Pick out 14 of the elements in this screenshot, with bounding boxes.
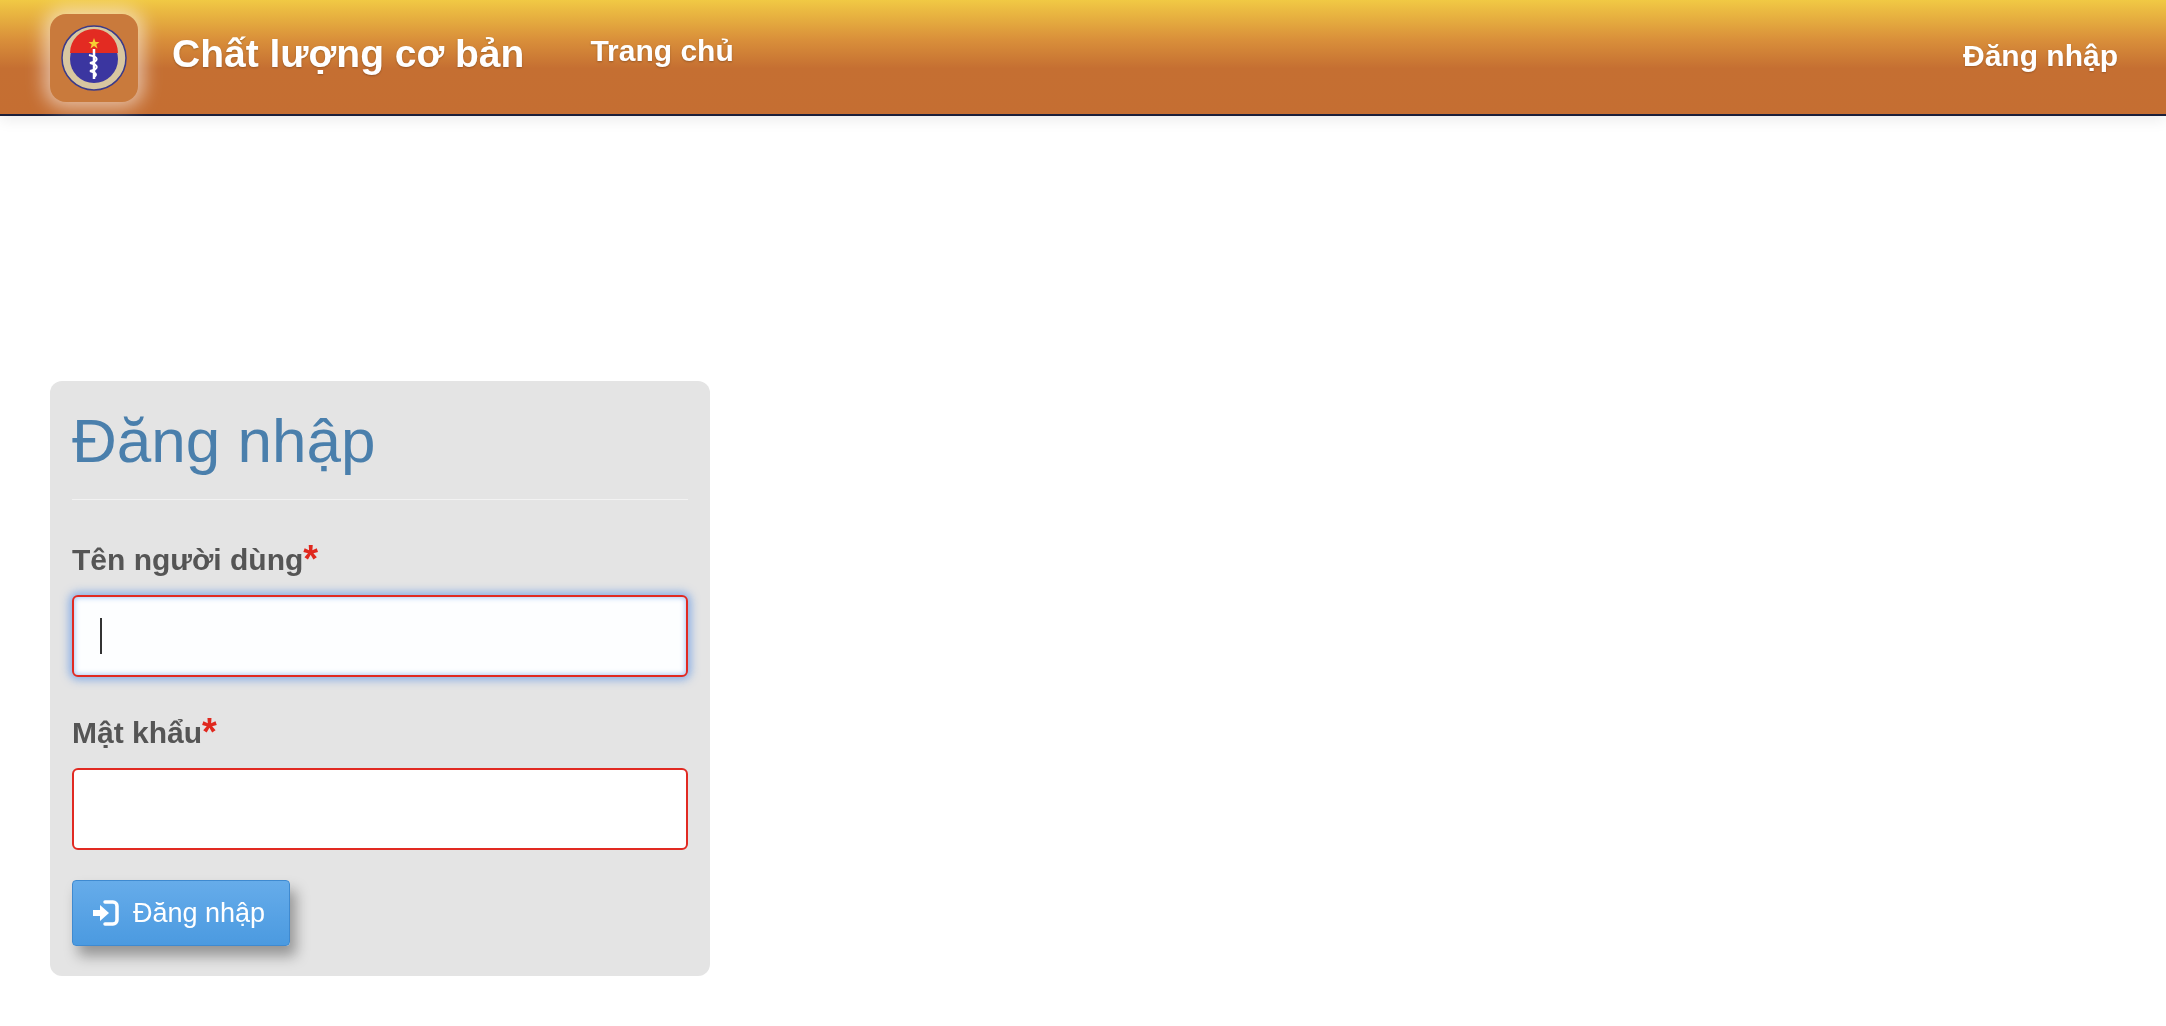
field-label: Tên người dùng (72, 543, 304, 576)
login-link[interactable]: Đăng nhập (1963, 39, 2118, 73)
logo[interactable] (50, 14, 138, 102)
sign-in-icon (91, 900, 119, 926)
field-label: Mật khẩu (72, 716, 203, 749)
form-title: Đăng nhập (72, 405, 377, 477)
nav-link[interactable]: Trang chủ (590, 34, 734, 68)
input-field[interactable] (72, 595, 688, 677)
required-mark: * (202, 711, 217, 753)
ministry-emblem-icon (61, 25, 127, 91)
site-title: Chất lượng cơ bản (172, 32, 525, 76)
login-button[interactable]: Đăng nhập (72, 880, 291, 946)
input-field[interactable] (72, 768, 688, 850)
required-mark: * (303, 538, 319, 580)
